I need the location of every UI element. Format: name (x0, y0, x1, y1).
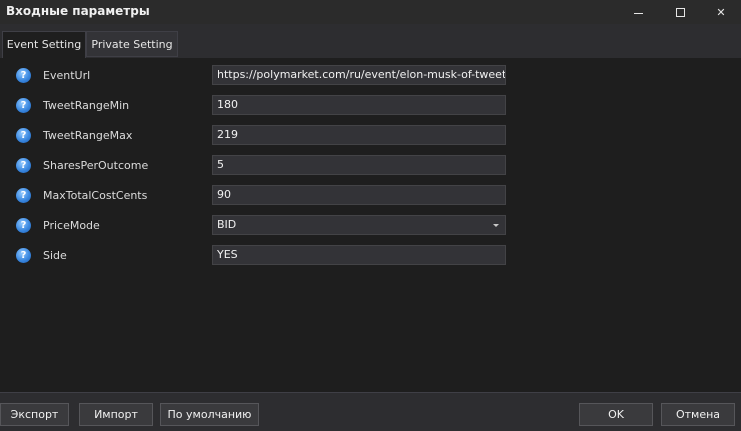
title-bar[interactable]: Входные параметры ✕ (0, 0, 741, 24)
import-button[interactable]: Импорт (79, 403, 153, 426)
param-row-price-mode: ? PriceMode BID (0, 214, 741, 238)
param-label: Side (43, 249, 67, 262)
close-button[interactable]: ✕ (701, 0, 741, 24)
param-row-event-url: ? EventUrl https://polymarket.com/ru/eve… (0, 64, 741, 88)
help-icon[interactable]: ? (16, 68, 31, 83)
max-total-cost-cents-input[interactable]: 90 (212, 185, 506, 205)
tweet-range-min-input[interactable]: 180 (212, 95, 506, 115)
param-label: PriceMode (43, 219, 100, 232)
shares-per-outcome-input[interactable]: 5 (212, 155, 506, 175)
maximize-button[interactable] (660, 0, 700, 24)
close-icon: ✕ (716, 5, 726, 19)
param-row-tweet-range-min: ? TweetRangeMin 180 (0, 94, 741, 118)
help-icon[interactable]: ? (16, 248, 31, 263)
param-row-shares-per-outcome: ? SharesPerOutcome 5 (0, 154, 741, 178)
event-url-input[interactable]: https://polymarket.com/ru/event/elon-mus… (212, 65, 506, 85)
param-label: SharesPerOutcome (43, 159, 149, 172)
param-label: TweetRangeMax (43, 129, 133, 142)
tab-private-setting[interactable]: Private Setting (86, 31, 178, 57)
price-mode-select[interactable]: BID (212, 215, 506, 235)
cancel-button[interactable]: Отмена (661, 403, 735, 426)
chevron-down-icon[interactable] (493, 224, 499, 227)
help-icon[interactable]: ? (16, 98, 31, 113)
help-icon[interactable]: ? (16, 158, 31, 173)
help-icon[interactable]: ? (16, 188, 31, 203)
side-input[interactable]: YES (212, 245, 506, 265)
param-label: TweetRangeMin (43, 99, 130, 112)
reset-defaults-button[interactable]: По умолчанию (160, 403, 259, 426)
minimize-button[interactable] (618, 0, 658, 24)
maximize-icon (675, 7, 685, 17)
tab-event-setting[interactable]: Event Setting (2, 31, 86, 59)
dialog-footer: Экспорт Импорт По умолчанию OK Отмена (0, 392, 741, 431)
price-mode-value: BID (217, 218, 237, 231)
param-label: EventUrl (43, 69, 91, 82)
tweet-range-max-input[interactable]: 219 (212, 125, 506, 145)
help-icon[interactable]: ? (16, 128, 31, 143)
param-row-tweet-range-max: ? TweetRangeMax 219 (0, 124, 741, 148)
param-label: MaxTotalCostCents (43, 189, 148, 202)
help-icon[interactable]: ? (16, 218, 31, 233)
window-title: Входные параметры (6, 4, 150, 18)
param-row-side: ? Side YES (0, 244, 741, 268)
export-button[interactable]: Экспорт (0, 403, 69, 426)
param-row-max-total-cost-cents: ? MaxTotalCostCents 90 (0, 184, 741, 208)
ok-button[interactable]: OK (579, 403, 653, 426)
settings-panel: ? EventUrl https://polymarket.com/ru/eve… (0, 58, 741, 392)
tab-strip: Event Setting Private Setting (0, 31, 741, 59)
minimize-icon (633, 12, 643, 14)
